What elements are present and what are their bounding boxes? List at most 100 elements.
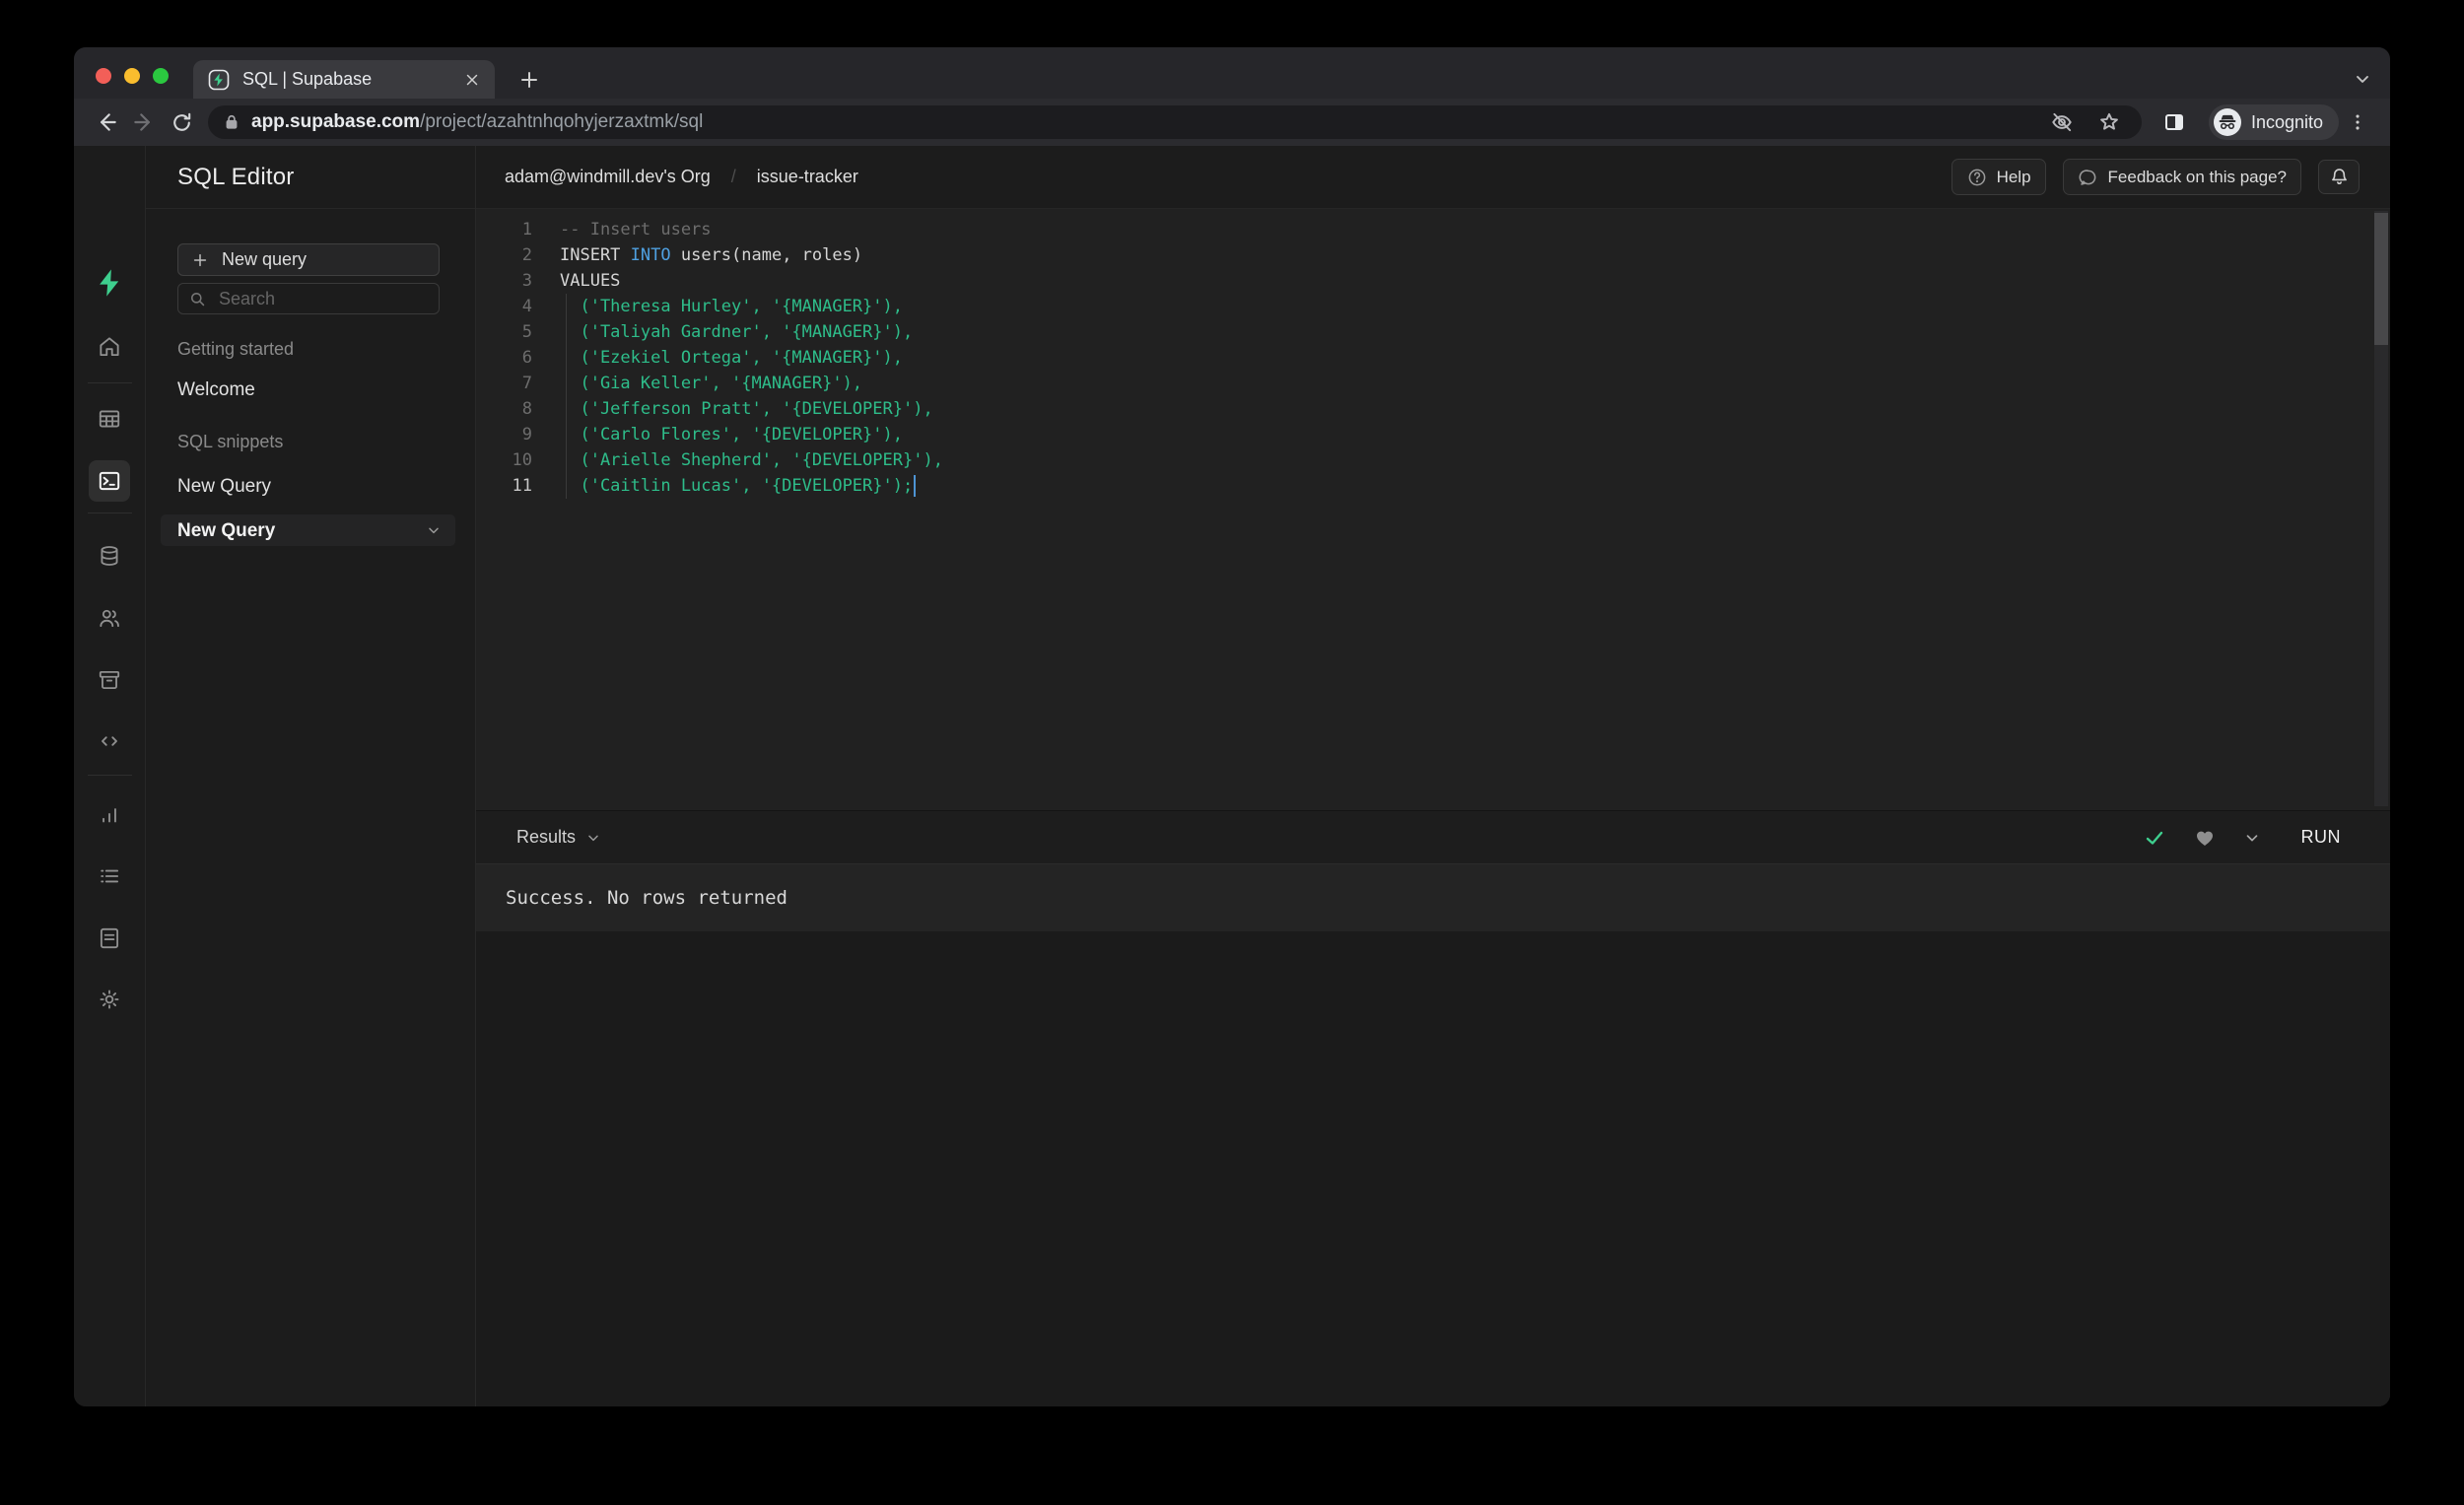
tab-title: SQL | Supabase xyxy=(242,69,373,89)
line-number: 8 xyxy=(521,399,532,419)
sidebar-item-welcome[interactable]: Welcome xyxy=(177,380,475,399)
supabase-app: SQL Editor New query Getting started Welc… xyxy=(74,146,2390,1406)
docs-icon[interactable] xyxy=(97,925,122,951)
back-icon[interactable] xyxy=(88,103,125,141)
reports-icon[interactable] xyxy=(97,802,122,828)
tab-strip: SQL | Supabase xyxy=(74,47,2390,99)
code-line[interactable]: 7 ('Gia Keller', '{MANAGER}'), xyxy=(476,371,2390,396)
sql-editor-icon[interactable] xyxy=(89,460,130,502)
close-tab-icon[interactable] xyxy=(463,71,481,89)
chevron-down-icon[interactable] xyxy=(2243,829,2261,847)
incognito-badge[interactable]: Incognito xyxy=(2208,104,2339,140)
results-bar: Results RUN xyxy=(476,810,2390,864)
code-line[interactable]: 4 ('Theresa Hurley', '{MANAGER}'), xyxy=(476,294,2390,319)
star-icon[interactable] xyxy=(2096,109,2122,135)
section-label-sql-snippets: SQL snippets xyxy=(177,432,284,451)
forward-icon[interactable] xyxy=(125,103,163,141)
indent-guide xyxy=(566,294,567,499)
code-text: ('Ezekiel Ortega', '{MANAGER}'), xyxy=(560,348,903,368)
side-panel-icon[interactable] xyxy=(2156,103,2193,141)
editor-scrollbar-thumb[interactable] xyxy=(2374,213,2388,345)
feedback-button[interactable]: Feedback on this page? xyxy=(2062,159,2301,195)
window-controls xyxy=(96,68,169,84)
page-title: SQL Editor xyxy=(177,163,295,190)
code-text: ('Caitlin Lucas', '{DEVELOPER}'); xyxy=(532,473,917,499)
line-number: 10 xyxy=(512,450,532,470)
tab-search-icon[interactable] xyxy=(2348,64,2377,94)
code-line[interactable]: 5 ('Taliyah Gardner', '{MANAGER}'), xyxy=(476,319,2390,345)
code-line[interactable]: 1 -- Insert users xyxy=(476,217,2390,242)
new-tab-icon[interactable] xyxy=(513,64,545,96)
line-number: 6 xyxy=(521,348,532,368)
main-content: adam@windmill.dev's Org / issue-tracker … xyxy=(476,146,2390,1406)
edge-functions-icon[interactable] xyxy=(97,728,122,754)
search-box xyxy=(177,283,440,314)
rail-divider xyxy=(88,775,132,776)
supabase-logo[interactable] xyxy=(94,267,125,299)
success-message: Success. No rows returned xyxy=(506,887,787,909)
settings-icon[interactable] xyxy=(97,987,122,1012)
code-line[interactable]: 6 ('Ezekiel Ortega', '{MANAGER}'), xyxy=(476,345,2390,371)
url-bar[interactable]: app.supabase.com/project/azahtnhqohyjerz… xyxy=(208,105,2142,139)
code-line[interactable]: 8 ('Jefferson Pratt', '{DEVELOPER}'), xyxy=(476,396,2390,422)
sql-editor-sidebar: SQL Editor New query Getting started Welc… xyxy=(146,146,476,1406)
results-dropdown-label[interactable]: Results xyxy=(516,827,576,848)
browser-tab[interactable]: SQL | Supabase xyxy=(193,60,495,99)
table-editor-icon[interactable] xyxy=(97,406,122,432)
browser-toolbar: app.supabase.com/project/azahtnhqohyjerz… xyxy=(74,99,2390,146)
code-line[interactable]: 10 ('Arielle Shepherd', '{DEVELOPER}'), xyxy=(476,447,2390,473)
new-query-button-label: New query xyxy=(222,249,308,269)
code-text: -- Insert users xyxy=(560,220,712,239)
url-host: app.supabase.com xyxy=(251,111,421,132)
chevron-down-icon[interactable] xyxy=(585,830,601,846)
line-number: 3 xyxy=(521,271,532,291)
search-input[interactable] xyxy=(217,287,418,310)
search-icon xyxy=(188,290,207,308)
eye-off-icon[interactable] xyxy=(2049,109,2075,135)
code-text: ('Arielle Shepherd', '{DEVELOPER}'), xyxy=(560,450,943,470)
sql-code-editor[interactable]: 1 -- Insert users 2 INSERT INTO users(name,… xyxy=(476,209,2390,810)
logs-icon[interactable] xyxy=(97,863,122,889)
zoom-window-button[interactable] xyxy=(153,68,169,84)
home-icon[interactable] xyxy=(97,334,122,360)
results-empty-area xyxy=(476,931,2390,1406)
favicon-supabase xyxy=(207,68,231,92)
notifications-button[interactable] xyxy=(2318,160,2360,194)
feedback-button-label: Feedback on this page? xyxy=(2107,167,2287,186)
code-text: ('Jefferson Pratt', '{DEVELOPER}'), xyxy=(560,399,933,419)
code-line[interactable]: 3 VALUES xyxy=(476,268,2390,294)
code-line[interactable]: 2 INSERT INTO users(name, roles) xyxy=(476,242,2390,268)
results-message-row: Success. No rows returned xyxy=(476,864,2390,931)
browser-window: SQL | Supabase app.supabase.com/project/… xyxy=(74,47,2390,1406)
url-text[interactable]: app.supabase.com/project/azahtnhqohyjerz… xyxy=(251,111,703,133)
breadcrumb-org[interactable]: adam@windmill.dev's Org xyxy=(505,167,711,187)
code-text: INSERT INTO users(name, roles) xyxy=(560,245,863,265)
auth-icon[interactable] xyxy=(97,605,122,631)
code-text: ('Taliyah Gardner', '{MANAGER}'), xyxy=(560,322,914,342)
code-text: ('Theresa Hurley', '{MANAGER}'), xyxy=(560,297,903,316)
reload-icon[interactable] xyxy=(163,103,200,141)
breadcrumb-project[interactable]: issue-tracker xyxy=(757,167,858,187)
sidebar-item-selected[interactable]: New Query xyxy=(161,514,455,546)
app-header: adam@windmill.dev's Org / issue-tracker … xyxy=(476,146,2390,209)
section-label-getting-started: Getting started xyxy=(177,339,295,359)
close-window-button[interactable] xyxy=(96,68,111,84)
database-icon[interactable] xyxy=(97,543,122,569)
help-button[interactable]: Help xyxy=(1951,159,2046,195)
favorite-heart-icon[interactable] xyxy=(2193,826,2217,850)
code-line[interactable]: 9 ('Carlo Flores', '{DEVELOPER}'), xyxy=(476,422,2390,447)
code-line[interactable]: 11 ('Caitlin Lucas', '{DEVELOPER}'); xyxy=(476,473,2390,499)
new-query-button[interactable]: New query xyxy=(177,243,440,276)
run-button[interactable]: RUN xyxy=(2301,827,2342,848)
sidebar-item-new-query[interactable]: New Query xyxy=(177,477,475,496)
breadcrumb-separator: / xyxy=(730,167,736,186)
help-button-label: Help xyxy=(1996,167,2031,186)
kebab-menu-icon[interactable] xyxy=(2339,103,2376,141)
chevron-down-icon[interactable] xyxy=(426,522,442,538)
line-number: 1 xyxy=(521,220,532,239)
minimize-window-button[interactable] xyxy=(124,68,140,84)
storage-icon[interactable] xyxy=(97,667,122,693)
line-number: 7 xyxy=(521,374,532,393)
line-number: 5 xyxy=(521,322,532,342)
code-text: VALUES xyxy=(560,271,621,291)
